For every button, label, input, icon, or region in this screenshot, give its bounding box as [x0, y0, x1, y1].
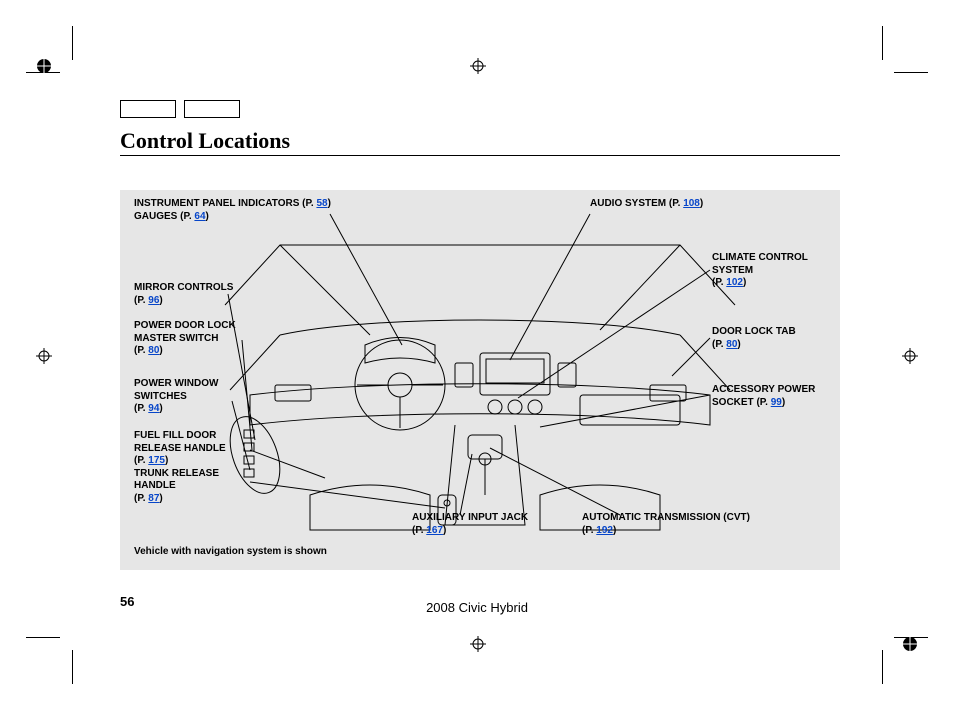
page-link[interactable]: 94	[148, 403, 159, 414]
page-link[interactable]: 80	[726, 339, 737, 350]
registration-mark-icon	[36, 58, 52, 74]
callout-text: DOOR LOCK TAB	[712, 326, 796, 337]
cross-mark-icon	[470, 58, 486, 74]
callout-power-window-switches: POWER WINDOW SWITCHES (P. 94)	[134, 378, 244, 416]
page-link[interactable]: 64	[194, 211, 205, 222]
page-link[interactable]: 175	[148, 455, 165, 466]
dashboard-illustration	[220, 235, 740, 535]
crop-mark	[882, 26, 883, 60]
callout-text: POWER DOOR LOCK MASTER SWITCH	[134, 320, 236, 344]
callout-accessory-power-socket: ACCESSORY POWER SOCKET (P. 99)	[712, 384, 832, 409]
title-rule	[120, 155, 840, 156]
callout-text: GAUGES	[134, 211, 177, 222]
callout-power-door-lock: POWER DOOR LOCK MASTER SWITCH (P. 80)	[134, 320, 254, 358]
header-box	[184, 100, 240, 118]
callout-text: AUXILIARY INPUT JACK	[412, 512, 528, 523]
callout-aux-input-jack: AUXILIARY INPUT JACK (P. 167)	[412, 512, 572, 537]
diagram-note: Vehicle with navigation system is shown	[134, 546, 327, 557]
page-link[interactable]: 87	[148, 493, 159, 504]
page-link[interactable]: 99	[771, 397, 782, 408]
manual-page: Control Locations	[0, 0, 954, 710]
page-link[interactable]: 108	[683, 198, 700, 209]
callout-text: AUTOMATIC TRANSMISSION (CVT)	[582, 512, 750, 523]
callout-text: AUDIO SYSTEM	[590, 198, 666, 209]
callout-text: MIRROR CONTROLS	[134, 282, 233, 293]
page-link[interactable]: 80	[148, 345, 159, 356]
page-link[interactable]: 167	[426, 525, 443, 536]
page-title: Control Locations	[120, 128, 290, 154]
callout-text: FUEL FILL DOOR RELEASE HANDLE	[134, 430, 226, 454]
crop-mark	[882, 650, 883, 684]
crop-mark	[72, 26, 73, 60]
callout-audio-system: AUDIO SYSTEM (P. 108)	[590, 198, 703, 211]
callout-text: INSTRUMENT PANEL INDICATORS	[134, 198, 299, 209]
callout-mirror-controls: MIRROR CONTROLS (P. 96)	[134, 282, 244, 307]
callout-text: POWER WINDOW SWITCHES	[134, 378, 218, 402]
registration-mark-icon	[902, 636, 918, 652]
callout-automatic-transmission: AUTOMATIC TRANSMISSION (CVT) (P. 192)	[582, 512, 802, 537]
crop-mark	[72, 650, 73, 684]
cross-mark-icon	[902, 348, 918, 364]
header-box	[120, 100, 176, 118]
page-link[interactable]: 58	[316, 198, 327, 209]
page-link[interactable]: 102	[726, 277, 743, 288]
callout-fuel-fill-door: FUEL FILL DOOR RELEASE HANDLE (P. 175) T…	[134, 430, 254, 505]
crop-mark	[26, 637, 60, 638]
callout-instrument-panel: INSTRUMENT PANEL INDICATORS (P. 58) GAUG…	[134, 198, 394, 223]
callout-door-lock-tab: DOOR LOCK TAB (P. 80)	[712, 326, 822, 351]
cross-mark-icon	[36, 348, 52, 364]
cross-mark-icon	[470, 636, 486, 652]
diagram-panel: INSTRUMENT PANEL INDICATORS (P. 58) GAUG…	[120, 190, 840, 570]
header-boxes	[120, 100, 240, 118]
callout-climate-control: CLIMATE CONTROL SYSTEM (P. 102)	[712, 252, 832, 290]
callout-text: TRUNK RELEASE HANDLE	[134, 468, 219, 492]
page-link[interactable]: 96	[148, 295, 159, 306]
crop-mark	[894, 72, 928, 73]
page-link[interactable]: 192	[596, 525, 613, 536]
footer-model: 2008 Civic Hybrid	[0, 600, 954, 615]
callout-text: CLIMATE CONTROL SYSTEM	[712, 252, 808, 276]
